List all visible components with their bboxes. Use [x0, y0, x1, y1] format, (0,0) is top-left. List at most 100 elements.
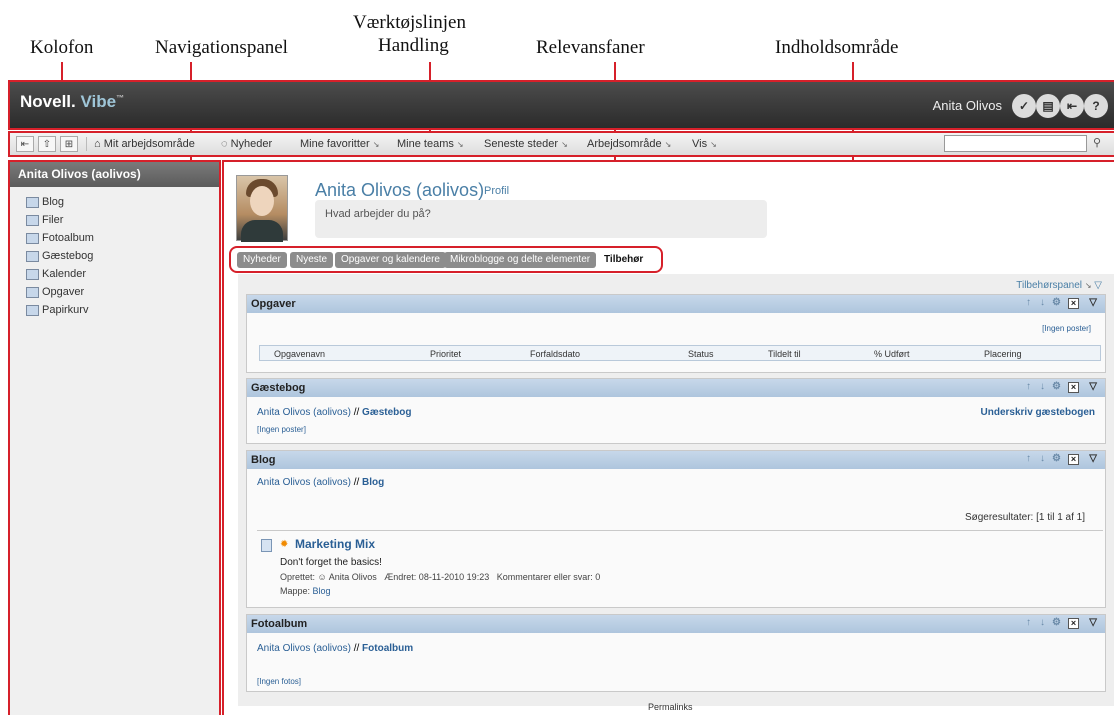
logo-tm: ™ [116, 93, 125, 103]
tab-accessories[interactable]: Tilbehør [598, 252, 650, 268]
panel-blog-title: Blog [251, 454, 276, 466]
move-up-icon[interactable]: ↑ [1026, 381, 1031, 392]
breadcrumb-user-link[interactable]: Anita Olivos (aolivos) [257, 407, 351, 418]
move-up-icon[interactable]: ↑ [1026, 297, 1031, 308]
col-status[interactable]: Status [688, 349, 714, 359]
nav-item-blog[interactable]: Blog [26, 193, 219, 211]
collapse-icon[interactable]: ▽ [1089, 297, 1097, 308]
news-icon: ◌ [221, 138, 228, 150]
logout-icon[interactable]: ⇤ [1060, 94, 1084, 118]
panel-photo-header: Fotoalbum ↑ ↓ ⚙ × ▽ [247, 615, 1105, 633]
search-icon[interactable]: ⚲ [1093, 136, 1101, 149]
toolbar-teams[interactable]: Mine teams ↘ [397, 138, 464, 150]
avatar[interactable] [236, 175, 288, 242]
toolbar-my-workspace[interactable]: ⌂ Mit arbejdsområde [94, 138, 195, 150]
annotation-relevansfaner: Relevansfaner [536, 37, 645, 58]
move-down-icon[interactable]: ↓ [1040, 617, 1045, 628]
tab-news[interactable]: Nyheder [237, 252, 287, 268]
gear-icon[interactable]: ⚙ [1052, 381, 1061, 392]
gear-icon[interactable]: ⚙ [1052, 297, 1061, 308]
gear-icon[interactable]: ⚙ [1052, 617, 1061, 628]
breadcrumb-user-link[interactable]: Anita Olivos (aolivos) [257, 643, 351, 654]
move-down-icon[interactable]: ↓ [1040, 297, 1045, 308]
tasks-table-header: Opgavenavn Prioritet Forfaldsdato Status… [259, 345, 1101, 361]
blog-author[interactable]: Anita Olivos [329, 572, 377, 582]
blog-comments: Kommentarer eller svar: 0 [496, 572, 601, 582]
toolbar-news[interactable]: ◌ Nyheder [221, 138, 272, 150]
accessory-panel-link[interactable]: Tilbehørspanel ↘ ▽ [1016, 280, 1102, 291]
panel-blog-header: Blog ↑ ↓ ⚙ × ▽ [247, 451, 1105, 469]
breadcrumb-blog-link[interactable]: Blog [362, 477, 384, 488]
move-down-icon[interactable]: ↓ [1040, 381, 1045, 392]
sign-guestbook-link[interactable]: Underskriv gæstebogen [981, 407, 1095, 418]
logo-product: Vibe [80, 92, 117, 111]
col-due-date[interactable]: Forfaldsdato [530, 349, 580, 359]
col-priority[interactable]: Prioritet [430, 349, 461, 359]
nav-item-files[interactable]: Filer [26, 211, 219, 229]
profile-name[interactable]: Anita Olivos (aolivos) [315, 180, 484, 201]
status-input[interactable]: Hvad arbejder du på? [315, 200, 767, 238]
collapse-icon[interactable]: ▽ [1089, 617, 1097, 628]
toolbar-workspace[interactable]: Arbejdsområde ↘ [587, 138, 671, 150]
col-task-name[interactable]: Opgavenavn [274, 349, 325, 359]
person-check-icon[interactable]: ✓ [1012, 94, 1036, 118]
tab-tasks-calendars[interactable]: Opgaver og kalendere [335, 252, 446, 268]
status-placeholder: Hvad arbejder du på? [325, 208, 431, 220]
breadcrumb-separator: // [350, 643, 363, 654]
move-down-icon[interactable]: ↓ [1040, 453, 1045, 464]
toolbar-workspace-label: Arbejdsområde [587, 138, 662, 150]
collapse-icon[interactable]: ▽ [1089, 453, 1097, 464]
nav-item-guestbook[interactable]: Gæstebog [26, 247, 219, 265]
tab-newest[interactable]: Nyeste [290, 252, 334, 268]
folder-link[interactable]: Blog [313, 586, 331, 596]
blog-folder: Mappe: Blog [280, 586, 331, 596]
search-input[interactable] [944, 135, 1087, 152]
move-up-icon[interactable]: ↑ [1026, 617, 1031, 628]
nav-panel-title: Anita Olivos (aolivos) [10, 162, 219, 187]
nav-item-label: Fotoalbum [42, 232, 94, 244]
novell-vibe-logo[interactable]: Novell. Vibe™ [20, 92, 124, 112]
permalinks-link[interactable]: Permalinks [648, 702, 693, 712]
col-location[interactable]: Placering [984, 349, 1022, 359]
toolbar-view[interactable]: Vis ↘ [692, 138, 717, 150]
col-percent-done[interactable]: % Udført [874, 349, 910, 359]
tree-icon[interactable]: ⊞ [60, 136, 78, 152]
annotation-indholdsomraade: Indholdsområde [775, 37, 899, 58]
nav-item-calendar[interactable]: Kalender [26, 265, 219, 283]
panel-photo-album: Fotoalbum ↑ ↓ ⚙ × ▽ Anita Olivos (aolivo… [246, 614, 1106, 692]
blog-entry-title[interactable]: Marketing Mix [295, 537, 375, 551]
back-icon[interactable]: ⇤ [16, 136, 34, 152]
breadcrumb-guestbook-link[interactable]: Gæstebog [362, 407, 411, 418]
breadcrumb-user-link[interactable]: Anita Olivos (aolivos) [257, 477, 351, 488]
chevron-down-icon: ↘ [664, 140, 672, 149]
gear-icon[interactable]: ⚙ [1052, 453, 1061, 464]
close-icon[interactable]: × [1068, 454, 1079, 465]
close-icon[interactable]: × [1068, 382, 1079, 393]
collapse-icon[interactable]: ▽ [1089, 381, 1097, 392]
note-icon[interactable]: ▤ [1036, 94, 1060, 118]
annotation-line-kolofon [61, 62, 63, 82]
close-icon[interactable]: × [1068, 618, 1079, 629]
photo-no-entries: [Ingen fotos] [257, 677, 302, 686]
photo-breadcrumb: Anita Olivos (aolivos) // Fotoalbum [257, 643, 413, 654]
profile-link[interactable]: Profil [484, 185, 509, 197]
help-icon[interactable]: ? [1084, 94, 1108, 118]
avatar-face [250, 186, 274, 216]
calendar-icon [26, 268, 39, 280]
move-up-icon[interactable]: ↑ [1026, 453, 1031, 464]
masthead-user-name[interactable]: Anita Olivos [933, 98, 1002, 113]
close-icon[interactable]: × [1068, 298, 1079, 309]
nav-item-tasks[interactable]: Opgaver [26, 283, 219, 301]
guestbook-no-entries: [Ingen poster] [257, 425, 306, 434]
upload-icon[interactable]: ⇧ [38, 136, 56, 152]
blog-entry-marker-icon [261, 539, 272, 552]
toolbar-favorites[interactable]: Mine favoritter ↘ [300, 138, 379, 150]
tab-microblog-shared[interactable]: Mikroblogge og delte elementer [444, 252, 597, 268]
masthead: Novell. Vibe™ Anita Olivos ✓ ▤ ⇤ ? [8, 80, 1114, 130]
panel-blog: Blog ↑ ↓ ⚙ × ▽ Anita Olivos (aolivos) //… [246, 450, 1106, 608]
toolbar-recent-places[interactable]: Seneste steder ↘ [484, 138, 568, 150]
breadcrumb-photo-link[interactable]: Fotoalbum [362, 643, 413, 654]
nav-item-photo-album[interactable]: Fotoalbum [26, 229, 219, 247]
nav-item-trash[interactable]: Papirkurv [26, 301, 219, 319]
col-assigned-to[interactable]: Tildelt til [768, 349, 801, 359]
